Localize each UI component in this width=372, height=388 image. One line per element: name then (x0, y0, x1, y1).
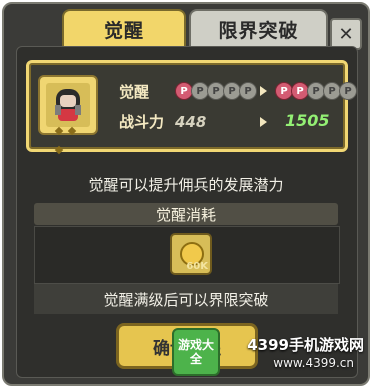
power-label: 战斗力 (119, 113, 165, 131)
cost-item[interactable]: 60K (170, 233, 212, 275)
tab-limit-break[interactable]: 限界突破 (189, 9, 328, 47)
power-old-value: 448 (175, 113, 207, 131)
power-new-value: 1505 (285, 111, 330, 130)
site-url: www.4399.cn (273, 356, 354, 370)
character-portrait (38, 75, 98, 155)
awakening-description: 觉醒可以提升佣兵的发展潜力 (88, 176, 284, 194)
awakening-label: 觉醒 (119, 83, 150, 101)
level-pill: P (239, 82, 257, 100)
cost-header: 觉醒消耗 (34, 203, 338, 225)
awakening-level-new: P P P P P (275, 82, 357, 100)
tab-awakening[interactable]: 觉醒 (62, 9, 186, 47)
item-quantity: 60K (186, 261, 208, 272)
awakening-level-old: P P P P P (175, 82, 257, 100)
close-icon: ✕ (338, 23, 354, 45)
rank-stars (54, 119, 80, 155)
site-watermark: 4399手机游戏网 (247, 336, 364, 354)
arrow-right-icon (260, 117, 267, 127)
arrow-right-icon (260, 86, 267, 96)
awakening-info-card: 觉醒 战斗力 P P P P P P P P P P 448 1505 (26, 60, 357, 155)
level-pill: P (339, 82, 357, 100)
site-logo: 游戏大全 (172, 328, 220, 376)
star-icon (54, 126, 64, 136)
limit-break-note: 觉醒满级后可以界限突破 (34, 283, 338, 314)
star-icon (67, 126, 77, 136)
